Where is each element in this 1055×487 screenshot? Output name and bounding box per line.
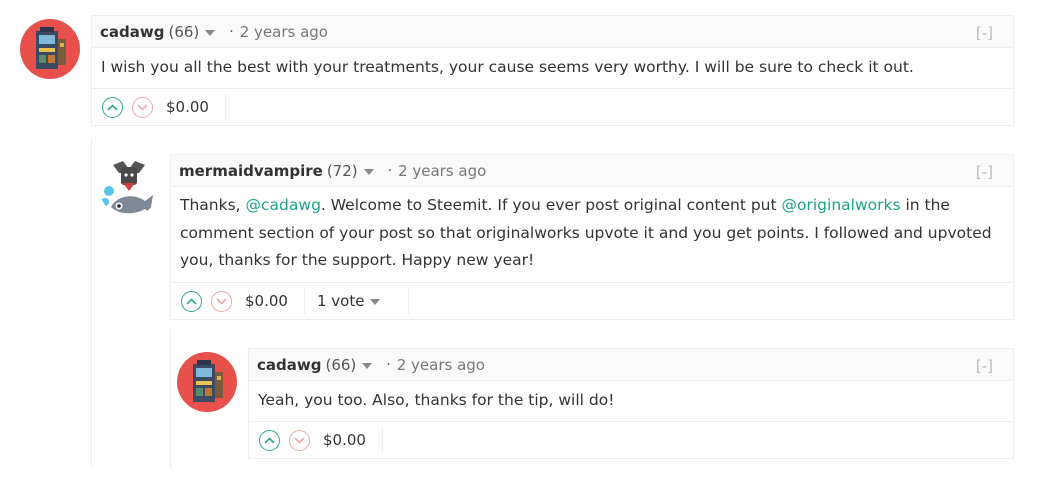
comment-box: mermaidvampire (72) · 2 years ago [-] Th… bbox=[170, 154, 1014, 320]
cadawg-avatar-icon bbox=[193, 360, 223, 402]
comment-body: I wish you all the best with your treatm… bbox=[101, 58, 914, 76]
thread-line bbox=[170, 330, 171, 468]
upvote-button[interactable] bbox=[102, 96, 123, 118]
timestamp[interactable]: 2 years ago bbox=[240, 23, 328, 41]
author-name[interactable]: cadawg bbox=[100, 23, 164, 41]
mermaidvampire-avatar-icon bbox=[101, 161, 153, 215]
mention-link[interactable]: @cadawg bbox=[246, 196, 321, 214]
comment-footer: $0.00 bbox=[249, 421, 1013, 458]
upvote-button[interactable] bbox=[259, 429, 280, 451]
payout-value[interactable]: $0.00 bbox=[166, 94, 226, 120]
mention-link[interactable]: @originalworks bbox=[782, 196, 901, 214]
author-reputation: (66) bbox=[168, 22, 200, 41]
comment-body: Thanks, @cadawg. Welcome to Steemit. If … bbox=[171, 187, 1013, 282]
avatar[interactable] bbox=[177, 352, 237, 412]
body-text: Thanks, bbox=[180, 196, 246, 214]
caret-down-icon bbox=[370, 299, 381, 305]
comment-footer: $0.00 1 vote bbox=[171, 282, 1013, 319]
avatar[interactable] bbox=[20, 19, 80, 79]
downvote-button[interactable] bbox=[211, 290, 232, 312]
collapse-button[interactable]: [-] bbox=[976, 357, 993, 375]
collapse-button[interactable]: [-] bbox=[976, 24, 993, 42]
comment-body: Yeah, you too. Also, thanks for the tip,… bbox=[258, 391, 615, 409]
author-name[interactable]: cadawg bbox=[257, 356, 321, 374]
comment-header: mermaidvampire (72) · 2 years ago [-] bbox=[171, 155, 1013, 187]
comment-header: cadawg (66) · 2 years ago [-] bbox=[92, 16, 1013, 48]
chevron-up-icon bbox=[264, 436, 275, 444]
caret-down-icon[interactable] bbox=[363, 168, 374, 175]
comment-box: cadawg (66) · 2 years ago [-] Yeah, you … bbox=[248, 348, 1014, 459]
author-reputation: (66) bbox=[325, 355, 357, 374]
chevron-up-icon bbox=[186, 297, 197, 305]
avatar[interactable] bbox=[99, 157, 159, 217]
author-name[interactable]: mermaidvampire bbox=[179, 162, 323, 180]
timestamp[interactable]: 2 years ago bbox=[397, 356, 485, 374]
chevron-down-icon bbox=[294, 436, 305, 444]
body-text: . Welcome to Steemit. If you ever post o… bbox=[320, 196, 782, 214]
author-reputation: (72) bbox=[326, 161, 358, 180]
chevron-down-icon bbox=[137, 103, 148, 111]
comment-header: cadawg (66) · 2 years ago [-] bbox=[249, 349, 1013, 381]
thread-line bbox=[91, 138, 92, 468]
vote-count: 1 vote bbox=[316, 292, 365, 310]
upvote-button[interactable] bbox=[181, 290, 202, 312]
chevron-up-icon bbox=[107, 103, 118, 111]
downvote-button[interactable] bbox=[289, 429, 310, 451]
chevron-down-icon bbox=[216, 297, 227, 305]
caret-down-icon[interactable] bbox=[362, 362, 373, 369]
separator-dot: · bbox=[387, 162, 393, 179]
separator-dot: · bbox=[386, 356, 391, 373]
separator-dot: · bbox=[229, 23, 234, 40]
cadawg-avatar-icon bbox=[36, 27, 66, 69]
comment-box: cadawg (66) · 2 years ago [-] I wish you… bbox=[91, 15, 1014, 126]
collapse-button[interactable]: [-] bbox=[976, 163, 993, 181]
downvote-button[interactable] bbox=[132, 96, 153, 118]
payout-value[interactable]: $0.00 bbox=[323, 427, 383, 453]
votes-dropdown[interactable]: 1 vote bbox=[316, 288, 410, 314]
payout-value[interactable]: $0.00 bbox=[245, 288, 305, 314]
caret-down-icon[interactable] bbox=[205, 29, 216, 36]
comment-footer: $0.00 bbox=[92, 88, 1013, 125]
timestamp[interactable]: 2 years ago bbox=[398, 162, 486, 180]
